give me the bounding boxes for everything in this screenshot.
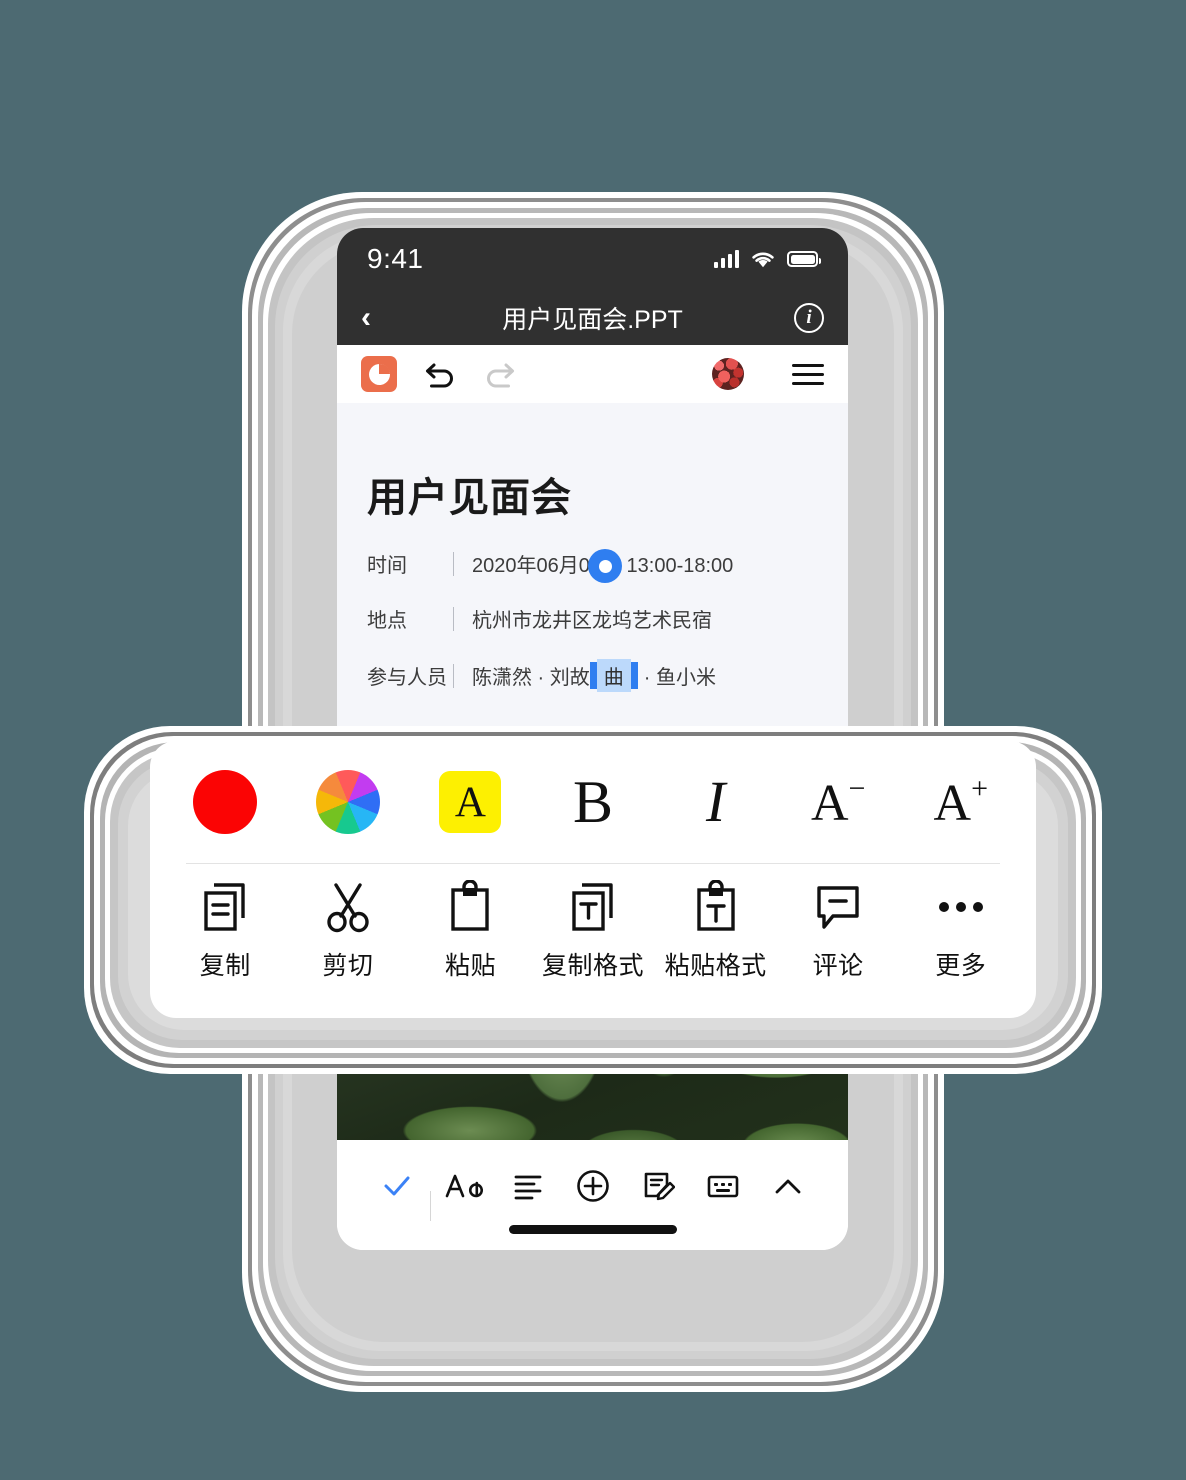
font-style-button[interactable]: [431, 1162, 496, 1210]
keyboard-button[interactable]: [690, 1162, 755, 1210]
user-avatar[interactable]: [712, 358, 744, 390]
selection-handle-icon[interactable]: [588, 549, 622, 583]
copy-format-button[interactable]: 复制格式: [532, 880, 655, 982]
keyboard-icon: [707, 1175, 739, 1198]
bottom-toolbar: [337, 1140, 848, 1250]
meta-label: 地点: [367, 610, 407, 632]
comment-label: 评论: [812, 952, 864, 980]
align-lines-icon: [514, 1175, 542, 1200]
note-edit-icon: [644, 1172, 675, 1201]
meta-label: 参与人员: [367, 667, 447, 689]
copy-label: 复制: [199, 952, 251, 980]
annotate-button[interactable]: [625, 1162, 690, 1210]
info-circle-icon[interactable]: i: [794, 302, 824, 333]
more-label: 更多: [935, 952, 987, 980]
aa-font-icon: [445, 1174, 484, 1198]
selected-text[interactable]: 曲: [596, 659, 631, 692]
decrease-font-size-button[interactable]: A−: [777, 774, 900, 830]
italic-icon: I: [705, 769, 726, 834]
copy-icon: [204, 883, 245, 931]
paste-format-label: 粘贴格式: [664, 952, 767, 980]
insert-button[interactable]: [561, 1162, 626, 1210]
selection-start-handle[interactable]: [589, 662, 597, 689]
copy-button[interactable]: 复制: [164, 880, 287, 982]
page-title: 用户见面会.PPT: [502, 305, 683, 334]
status-clock: 9:41: [367, 243, 424, 274]
color-wheel-icon: [315, 770, 380, 834]
floating-format-toolbar: A B I A− A+ 复制 剪切 粘贴 复制格式 粘贴格式 评论 更多: [150, 741, 1036, 1018]
meta-value: 杭州市龙井区龙坞艺术民宿: [472, 610, 712, 632]
collapse-button[interactable]: [755, 1162, 820, 1210]
plus-circle-icon: [577, 1170, 609, 1202]
red-circle-icon: [193, 770, 258, 834]
copy-format-label: 复制格式: [542, 952, 645, 980]
paste-button[interactable]: 粘贴: [409, 880, 532, 982]
more-button[interactable]: 更多: [899, 880, 1022, 982]
bold-button[interactable]: B: [532, 772, 655, 832]
bold-icon: B: [573, 769, 614, 835]
ellipsis-icon: [938, 902, 983, 912]
hamburger-menu-icon[interactable]: [792, 363, 824, 385]
meta-label: 时间: [367, 555, 407, 577]
font-decrease-sign: −: [848, 772, 866, 805]
copy-format-icon: [572, 883, 613, 931]
home-indicator: [508, 1225, 677, 1234]
document-title: 用户见面会: [367, 476, 572, 520]
status-icons: [713, 250, 821, 269]
battery-icon: [787, 251, 821, 267]
cut-button[interactable]: 剪切: [287, 880, 410, 982]
chevron-up-icon: [775, 1179, 800, 1194]
font-decrease-icon: A−: [811, 774, 865, 830]
meta-divider: [453, 606, 454, 631]
chevron-left-icon[interactable]: ‹: [361, 302, 371, 333]
redo-arrow-icon[interactable]: [483, 360, 517, 388]
nav-bar: ‹ 用户见面会.PPT i: [337, 290, 848, 345]
font-decrease-letter: A: [810, 775, 849, 832]
highlight-button[interactable]: A: [409, 771, 532, 833]
clipboard-icon: [451, 880, 490, 931]
font-increase-icon: A+: [934, 774, 988, 830]
confirm-check-button[interactable]: [365, 1162, 430, 1210]
format-row-top: A B I A− A+: [150, 741, 1036, 863]
meta-divider: [453, 663, 454, 688]
meta-row-location: 地点 杭州市龙井区龙坞艺术民宿: [367, 604, 818, 633]
increase-font-size-button[interactable]: A+: [899, 774, 1022, 830]
meta-row-attendees: 参与人员 陈潇然 · 刘故 曲 · 鱼小米: [367, 659, 818, 692]
attendees-after: · 鱼小米: [643, 667, 716, 689]
undo-arrow-icon[interactable]: [423, 360, 457, 388]
mockup-stage: 9:41 ‹ 用户见面会.PPT i 用户见面会 时间 2020年06月05日 …: [0, 0, 1186, 1480]
cellular-signal-icon: [713, 250, 739, 268]
undo-redo-group: [423, 360, 517, 388]
check-icon: [384, 1176, 410, 1196]
editor-toolbar: [337, 345, 848, 403]
ppt-app-icon[interactable]: [361, 356, 397, 392]
comment-button[interactable]: 评论: [777, 880, 900, 982]
scissors-icon: [327, 883, 369, 933]
status-bar: 9:41: [337, 228, 848, 290]
paragraph-align-button[interactable]: [496, 1162, 561, 1210]
wifi-icon: [752, 252, 774, 267]
phone-screen: 9:41 ‹ 用户见面会.PPT i 用户见面会 时间 2020年06月05日 …: [337, 228, 848, 1250]
highlight-a-icon: A: [439, 771, 502, 833]
attendees-before: 陈潇然 · 刘故: [472, 667, 590, 689]
paste-format-button[interactable]: 粘贴格式: [654, 880, 777, 982]
paste-label: 粘贴: [444, 952, 496, 980]
cut-label: 剪切: [322, 952, 374, 980]
selection-end-handle[interactable]: [630, 662, 638, 689]
italic-button[interactable]: I: [654, 773, 777, 831]
text-color-red-swatch[interactable]: [164, 770, 287, 834]
format-row-bottom: 复制 剪切 粘贴 复制格式 粘贴格式 评论 更多: [150, 864, 1036, 1018]
font-increase-sign: +: [971, 772, 988, 805]
comment-bubble-icon: [817, 886, 859, 929]
paste-format-icon: [696, 880, 735, 931]
font-increase-letter: A: [933, 775, 972, 832]
meta-divider: [453, 551, 454, 576]
color-wheel-picker[interactable]: [287, 770, 410, 834]
